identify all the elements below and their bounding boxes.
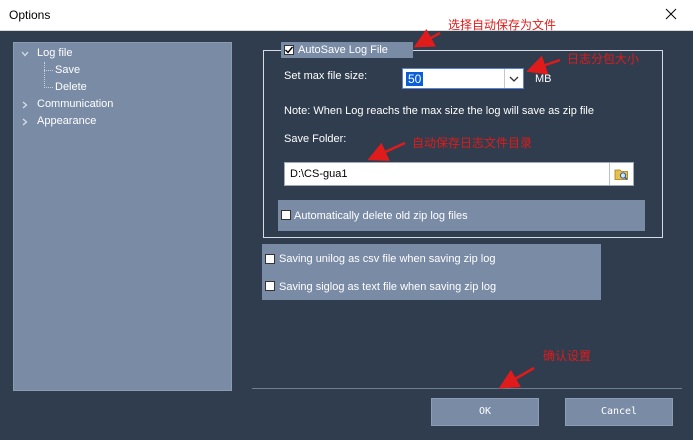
save-folder-input[interactable]: D:\CS-gua1 xyxy=(284,162,634,186)
max-size-label: Set max file size: xyxy=(284,70,368,82)
max-size-unit: MB xyxy=(535,73,552,85)
chevron-right-icon[interactable] xyxy=(20,117,30,127)
checkmark-icon xyxy=(285,46,294,54)
chevron-right-icon[interactable] xyxy=(20,100,30,110)
title-bar: Options xyxy=(0,0,693,31)
annotation-folder: 自动保存日志文件目录 xyxy=(412,136,533,150)
autosave-label: AutoSave Log File xyxy=(298,44,388,56)
text-label[interactable]: Saving siglog as text file when saving z… xyxy=(279,281,496,293)
auto-delete-label: Automatically delete old zip log files xyxy=(294,210,468,222)
ok-button[interactable]: OK xyxy=(431,398,539,426)
window-title: Options xyxy=(9,8,51,22)
tree-connector xyxy=(44,70,53,71)
tree-connector xyxy=(44,87,53,88)
zip-extra-options: Saving unilog as csv file when saving zi… xyxy=(262,244,601,300)
tree-item-log-file[interactable]: Log file xyxy=(37,47,72,59)
max-size-value: 50 xyxy=(406,72,424,86)
auto-delete-checkbox[interactable]: Automatically delete old zip log files xyxy=(278,200,645,231)
chevron-down-icon[interactable] xyxy=(20,49,30,59)
browse-folder-button[interactable] xyxy=(609,163,633,185)
autosave-checkbox[interactable]: AutoSave Log File xyxy=(281,42,413,58)
tree-item-save[interactable]: Save xyxy=(55,64,80,76)
zip-note: Note: When Log reachs the max size the l… xyxy=(284,105,594,117)
tree-connector xyxy=(44,62,45,88)
annotation-confirm: 确认设置 xyxy=(543,349,592,363)
folder-search-icon xyxy=(614,169,628,180)
save-folder-value: D:\CS-gua1 xyxy=(290,168,348,180)
checkbox-box[interactable] xyxy=(281,210,291,220)
csv-label[interactable]: Saving unilog as csv file when saving zi… xyxy=(279,253,495,265)
text-checkbox[interactable] xyxy=(265,281,275,291)
annotation-autosave: 选择自动保存为文件 xyxy=(448,18,557,32)
options-tree[interactable]: Log file Save Delete Communication Appea… xyxy=(13,42,232,391)
chevron-down-icon xyxy=(509,76,519,82)
dropdown-button[interactable] xyxy=(504,69,523,88)
annotation-size: 日志分包大小 xyxy=(567,52,640,66)
tree-item-delete[interactable]: Delete xyxy=(55,81,87,93)
csv-checkbox[interactable] xyxy=(265,254,275,264)
tree-item-appearance[interactable]: Appearance xyxy=(37,115,96,127)
cancel-button[interactable]: Cancel xyxy=(565,398,673,426)
max-size-select[interactable]: 50 xyxy=(402,68,524,89)
save-folder-label: Save Folder: xyxy=(284,133,347,145)
tree-item-communication[interactable]: Communication xyxy=(37,98,113,110)
checkbox-box[interactable] xyxy=(284,45,294,55)
button-separator xyxy=(252,388,682,389)
close-icon[interactable] xyxy=(661,4,681,24)
